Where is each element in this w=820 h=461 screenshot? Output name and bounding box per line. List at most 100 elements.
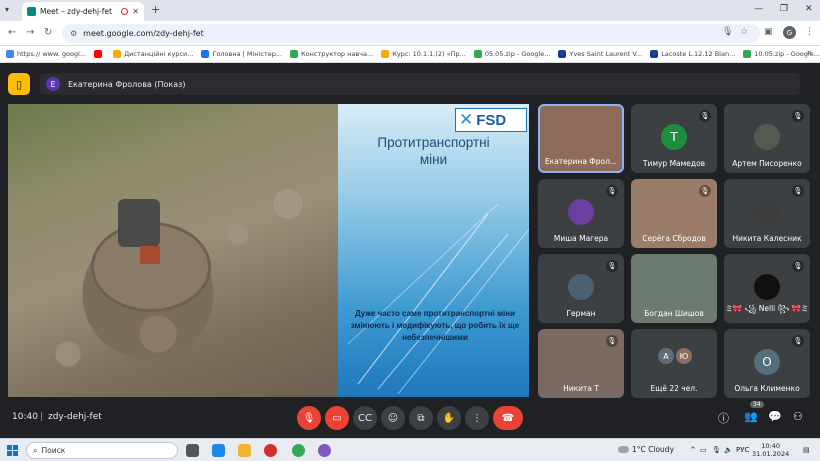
participant-tile[interactable]: 🎙 ミ🎀 ꧁ Nelli ꧂ 🎀ミ xyxy=(724,254,810,323)
weather-widget[interactable]: 1°C Cloudy xyxy=(618,445,674,454)
bookmark-item[interactable] xyxy=(94,50,105,58)
tab-title: Meet – zdy-dehj-fet xyxy=(40,7,112,16)
presenter-label: Екатерина Фролова (Показ) xyxy=(68,79,186,89)
participant-name: Герман xyxy=(566,309,596,318)
close-tab-icon[interactable]: ✕ xyxy=(132,7,139,16)
participant-tile[interactable]: А Ю Ещё 22 чел. xyxy=(631,329,717,398)
forward-icon[interactable]: → xyxy=(26,27,34,38)
minimize-icon[interactable]: — xyxy=(754,4,763,14)
bookmark-favicon-icon xyxy=(201,50,210,58)
camera-off-icon: ▭ xyxy=(332,412,342,424)
avatar xyxy=(754,199,780,225)
mic-indicator-icon[interactable]: 🎙 xyxy=(722,27,733,37)
reload-icon[interactable]: ↻ xyxy=(44,27,52,38)
bookmark-favicon-icon xyxy=(650,50,659,58)
hand-icon: ✋ xyxy=(442,412,456,424)
landmine-photo xyxy=(8,104,338,397)
slide-title-line1: Протитранспортні xyxy=(377,135,490,150)
leave-call-button[interactable]: ☎ xyxy=(493,406,523,430)
emoji-icon: ☺ xyxy=(387,412,399,424)
side-panel-icon[interactable]: ▣ xyxy=(764,27,773,37)
bookmark-item[interactable]: 05.05.zip - Google... xyxy=(473,50,551,58)
camera-toggle-button[interactable]: ▭ xyxy=(325,406,349,430)
bookmark-label: Yves Saint Laurent V... xyxy=(569,50,643,58)
viber-icon[interactable] xyxy=(318,444,331,457)
file-explorer-icon[interactable] xyxy=(238,444,251,457)
more-options-button[interactable]: ⋮ xyxy=(465,406,489,430)
bookmark-item[interactable]: Lacoste L.12.12 Blan... xyxy=(650,50,735,58)
browser-menu-icon[interactable]: ⋮ xyxy=(805,27,814,37)
panel-icon: ▯ xyxy=(15,77,23,91)
taskbar-clock[interactable]: 10:40 31.01.2024 xyxy=(752,442,789,458)
site-info-icon[interactable]: ⚙ xyxy=(70,29,77,38)
bookmark-star-icon[interactable]: ☆ xyxy=(740,27,748,37)
participant-tile[interactable]: Екатерина Фрол... xyxy=(538,104,624,173)
tray-chevron-icon[interactable]: ^ xyxy=(690,446,696,454)
restore-icon[interactable]: ❐ xyxy=(780,4,788,14)
cloud-icon xyxy=(618,446,629,453)
volume-icon[interactable]: 🔈 xyxy=(724,446,733,454)
participant-tile[interactable]: Богдан Шишов xyxy=(631,254,717,323)
meet-control-bar: 10:40 | zdy-dehj-fet 🎙 ▭ CC ☺ ⧉ ✋ ⋮ ☎ ⓘ … xyxy=(0,400,820,438)
mic-toggle-button[interactable]: 🎙 xyxy=(297,406,321,430)
captions-button[interactable]: CC xyxy=(353,406,377,430)
bookmark-item[interactable]: Дистанційні курси... xyxy=(113,50,193,58)
participant-tile[interactable]: Т 🎙 Тимур Мамедов xyxy=(631,104,717,173)
activities-icon[interactable]: ⚇ xyxy=(793,410,803,423)
activities-panel-button[interactable]: ▯ xyxy=(8,73,30,95)
bookmarks-bar: https:// www. googl... Дистанційні курси.… xyxy=(0,46,820,63)
bookmark-item[interactable]: Курс: 10.1.1.(2) «Пр... xyxy=(381,50,466,58)
participant-tile[interactable]: 🎙 Герман xyxy=(538,254,624,323)
profile-avatar[interactable]: G xyxy=(783,26,796,39)
omnibox[interactable]: ⚙ meet.google.com/zdy-dehj-fet xyxy=(62,24,760,43)
bookmark-label: Курс: 10.1.1.(2) «Пр... xyxy=(392,50,466,58)
avatar xyxy=(754,274,780,300)
bookmark-label: 05.05.zip - Google... xyxy=(484,50,551,58)
participant-name: Артем Писоренко xyxy=(732,159,802,168)
taskbar-time: 10:40 xyxy=(761,442,780,450)
participant-tile[interactable]: О 🎙 Ольга Клименко xyxy=(724,329,810,398)
taskbar-search-box[interactable]: ⌕ Поиск xyxy=(26,442,178,459)
participant-tile[interactable]: 🎙 Серёга Сбродов xyxy=(631,179,717,248)
mic-tray-icon[interactable]: 🎙 xyxy=(712,446,721,454)
chat-icon[interactable]: 💬 xyxy=(768,410,782,423)
avatar: Т xyxy=(661,124,687,150)
mine-pin xyxy=(140,246,160,264)
participant-tile[interactable]: 🎙 Артем Писоренко xyxy=(724,104,810,173)
participant-name: ミ🎀 ꧁ Nelli ꧂ 🎀ミ xyxy=(725,304,809,313)
windows-start-icon[interactable] xyxy=(7,445,18,456)
bookmark-item[interactable]: Конструктор навча... xyxy=(290,50,373,58)
meeting-code: zdy-dehj-fet xyxy=(48,412,102,422)
edge-icon[interactable] xyxy=(212,444,225,457)
slide-panel: ✕ FSD Протитранспортні міни Дуже часто с… xyxy=(338,104,529,397)
participant-tile[interactable]: 🎙 Никита Калесник xyxy=(724,179,810,248)
avatar xyxy=(754,124,780,150)
present-button[interactable]: ⧉ xyxy=(409,406,433,430)
task-view-icon[interactable] xyxy=(186,444,199,457)
new-tab-icon[interactable]: + xyxy=(151,3,160,16)
mic-muted-icon: 🎙 xyxy=(606,260,618,272)
mine-fuse xyxy=(118,199,160,247)
chrome-icon[interactable] xyxy=(292,444,305,457)
bookmark-item[interactable]: Yves Saint Laurent V... xyxy=(558,50,642,58)
back-icon[interactable]: ← xyxy=(8,27,16,38)
browser-tab-meet[interactable]: Meet – zdy-dehj-fet ✕ xyxy=(22,2,144,21)
network-icon[interactable]: ▭ xyxy=(700,446,707,454)
raise-hand-button[interactable]: ✋ xyxy=(437,406,461,430)
people-icon[interactable]: 👥 xyxy=(744,410,758,423)
language-indicator[interactable]: РУС xyxy=(736,446,749,454)
bookmark-label: Lacoste L.12.12 Blan... xyxy=(661,50,736,58)
reactions-button[interactable]: ☺ xyxy=(381,406,405,430)
opera-icon[interactable] xyxy=(264,444,277,457)
slide-title: Протитранспортні міни xyxy=(338,134,529,168)
meeting-info-icon[interactable]: ⓘ xyxy=(718,410,729,426)
participant-tile[interactable]: 🎙 Никита Т xyxy=(538,329,624,398)
fsd-logo-text: FSD xyxy=(476,111,507,129)
close-window-icon[interactable]: ✕ xyxy=(805,4,813,14)
bookmark-item[interactable]: https:// www. googl... xyxy=(6,50,86,58)
notifications-icon[interactable]: ▤ xyxy=(803,446,810,454)
bookmark-item[interactable]: Головна | Міністер... xyxy=(201,50,282,58)
tab-search-icon[interactable]: ▾ xyxy=(5,5,9,14)
bookmarks-overflow-icon[interactable]: » xyxy=(806,48,812,58)
participant-tile[interactable]: 🎙 Миша Магера xyxy=(538,179,624,248)
